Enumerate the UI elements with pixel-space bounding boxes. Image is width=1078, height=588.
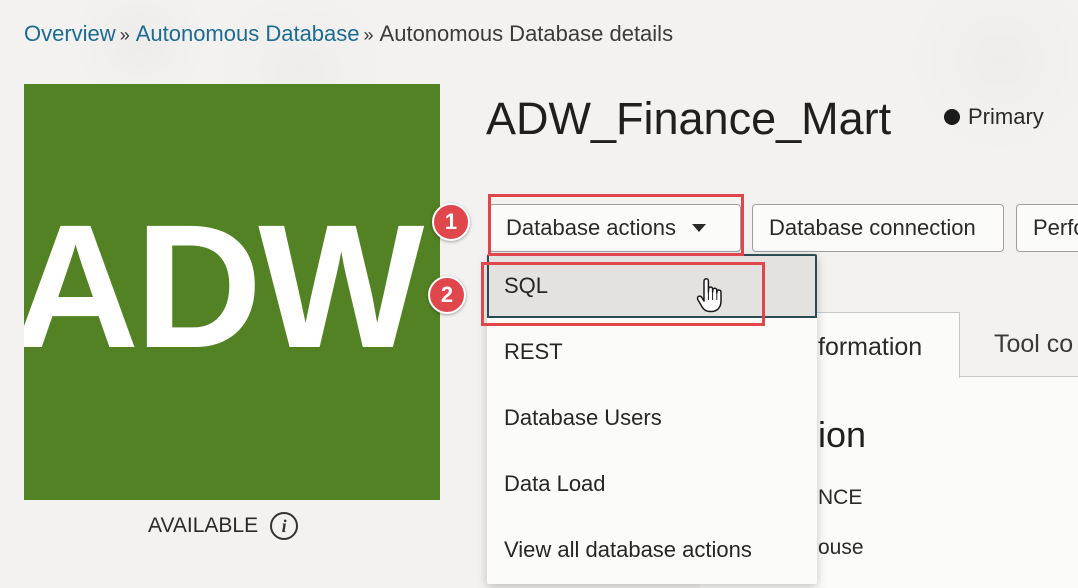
database-tile-text: ADW bbox=[24, 189, 424, 385]
status-dot-icon bbox=[944, 109, 960, 125]
role-badge: Primary bbox=[944, 104, 1044, 130]
breadcrumb-separator: » bbox=[119, 25, 130, 45]
hand-pointer-icon bbox=[696, 278, 722, 313]
detail-value: NCE bbox=[818, 486, 863, 509]
step-marker-1: 1 bbox=[432, 203, 470, 241]
breadcrumb-current: Autonomous Database details bbox=[379, 21, 674, 46]
page-title: ADW_Finance_Mart bbox=[486, 93, 892, 144]
database-connection-button[interactable]: Database connection bbox=[752, 204, 1004, 252]
menu-item-sql[interactable]: SQL bbox=[487, 254, 817, 318]
menu-item-view-all-actions[interactable]: View all database actions bbox=[487, 518, 817, 582]
menu-item-data-load[interactable]: Data Load bbox=[487, 452, 817, 516]
info-icon[interactable]: i bbox=[270, 512, 299, 540]
breadcrumb-autonomous-database[interactable]: Autonomous Database bbox=[136, 21, 360, 46]
database-tile: ADW bbox=[24, 84, 440, 500]
menu-item-rest[interactable]: REST bbox=[487, 320, 817, 384]
tab-tool-configuration[interactable]: Tool co bbox=[994, 330, 1073, 359]
section-heading: ion bbox=[818, 414, 867, 455]
lifecycle-status: AVAILABLE i bbox=[148, 512, 299, 540]
breadcrumb-overview[interactable]: Overview bbox=[24, 21, 116, 46]
database-actions-button[interactable]: Database actions bbox=[489, 204, 741, 252]
tab-information-label: formation bbox=[818, 333, 923, 361]
caret-down-icon bbox=[692, 224, 706, 232]
database-actions-label: Database actions bbox=[506, 215, 676, 240]
breadcrumb: Overview» Autonomous Database» Autonomous … bbox=[24, 20, 673, 49]
status-label: AVAILABLE bbox=[148, 514, 259, 537]
performance-hub-button[interactable]: Perfo bbox=[1016, 204, 1078, 252]
database-actions-menu: SQL REST Database Users Data Load View a… bbox=[487, 254, 817, 584]
role-label: Primary bbox=[968, 104, 1044, 129]
breadcrumb-separator: » bbox=[363, 25, 374, 45]
step-marker-2: 2 bbox=[428, 276, 466, 314]
detail-value: ouse bbox=[818, 536, 864, 559]
menu-item-database-users[interactable]: Database Users bbox=[487, 386, 817, 450]
